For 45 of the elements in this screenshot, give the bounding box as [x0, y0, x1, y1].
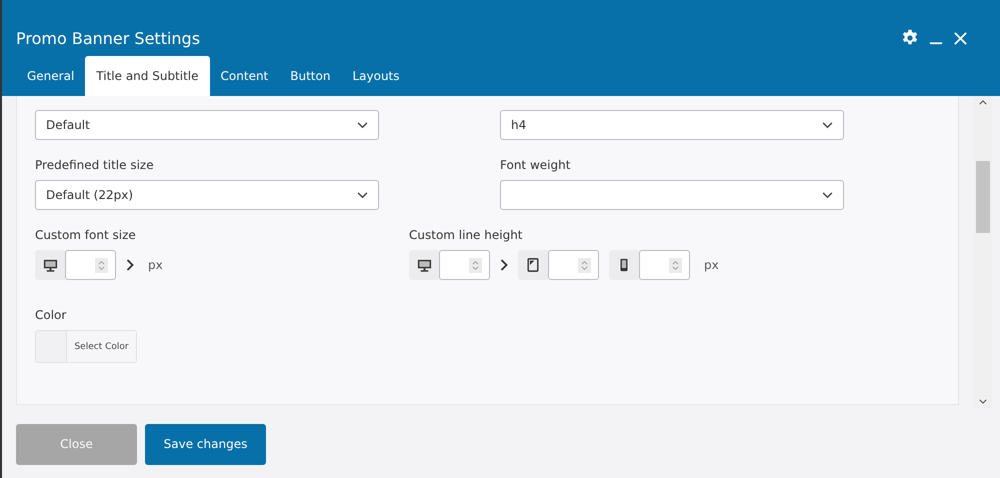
scroll-up-icon[interactable] [979, 100, 987, 105]
device-toggle[interactable] [409, 250, 439, 280]
chevron-right-icon[interactable] [500, 259, 508, 271]
field-label: Color [35, 308, 68, 322]
select-field[interactable] [500, 180, 844, 210]
tablet-icon [526, 258, 540, 272]
device-toggle[interactable] [518, 250, 548, 280]
close-icon[interactable] [953, 30, 968, 46]
field-label: Custom font size [35, 228, 137, 242]
tab[interactable]: General [16, 56, 86, 96]
device-toggle[interactable] [609, 250, 639, 280]
field-label: Predefined title size [35, 158, 155, 172]
monitor-icon [416, 258, 432, 272]
monitor-icon [42, 258, 58, 272]
number-input[interactable] [65, 250, 116, 280]
unit-label: px [148, 258, 163, 272]
spinner-icon[interactable] [578, 258, 591, 272]
window-title: Promo Banner Settings [16, 28, 200, 48]
chevron-down-icon [357, 122, 368, 128]
unit-label: px [704, 258, 719, 272]
tab[interactable]: Layouts [341, 56, 411, 96]
tab[interactable]: Button [279, 56, 342, 96]
number-input[interactable] [548, 250, 599, 280]
field-label: Font weight [500, 158, 572, 172]
device-toggle[interactable] [35, 250, 65, 280]
spinner-icon[interactable] [469, 258, 482, 272]
chevron-down-icon [357, 192, 368, 198]
chevron-down-icon [822, 122, 833, 128]
spinner-icon[interactable] [95, 258, 108, 272]
select-field[interactable]: h4 [500, 110, 844, 140]
settings-icon[interactable] [901, 29, 919, 47]
scroll-down-icon[interactable] [979, 399, 987, 404]
tab[interactable]: Title and Subtitle [85, 56, 210, 96]
select-field[interactable]: Default [35, 110, 379, 140]
number-input[interactable] [439, 250, 490, 280]
scrollbar-thumb[interactable] [976, 161, 990, 233]
field-label: Custom line height [409, 228, 524, 242]
chevron-right-icon[interactable] [126, 259, 134, 271]
number-input[interactable] [639, 250, 690, 280]
select-field[interactable]: Default (22px) [35, 180, 379, 210]
save-button[interactable]: Save changes [145, 424, 266, 464]
scrollbar[interactable] [974, 96, 992, 408]
tab[interactable]: Content [210, 56, 280, 96]
chevron-down-icon [822, 192, 833, 198]
spinner-icon[interactable] [669, 258, 682, 272]
